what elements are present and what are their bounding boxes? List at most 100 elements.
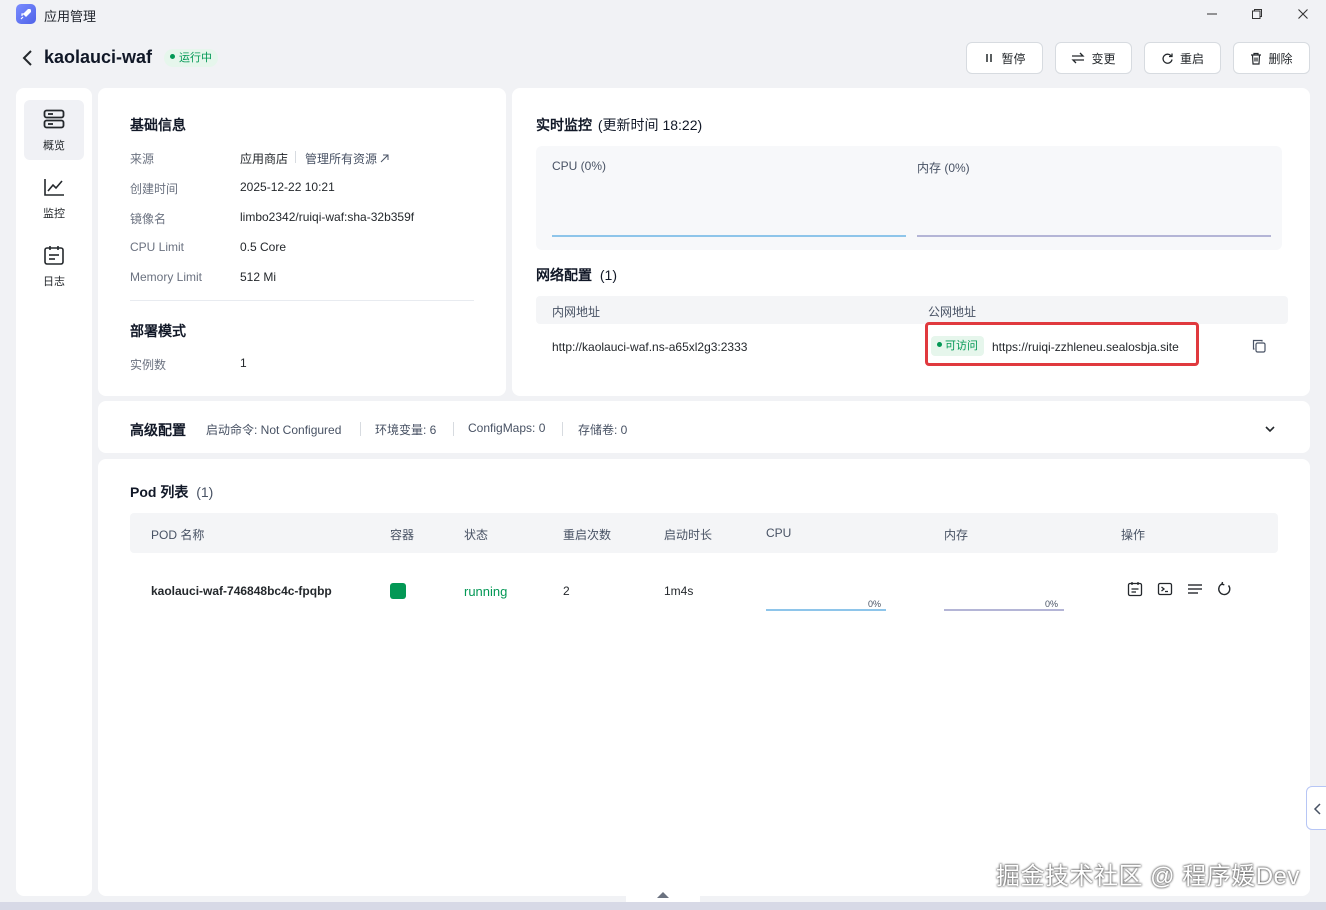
- swap-icon: [1071, 52, 1086, 64]
- source-value: 应用商店: [240, 152, 289, 166]
- copy-icon[interactable]: [1252, 339, 1266, 353]
- col-private-address: 内网地址: [552, 305, 601, 319]
- calendar-log-icon: [44, 246, 64, 265]
- basic-info-title: 基础信息: [130, 117, 186, 133]
- divider: [130, 300, 474, 301]
- close-button[interactable]: [1289, 4, 1317, 24]
- pod-restarts: 2: [563, 584, 570, 598]
- cpu-usage-line: [552, 235, 906, 237]
- configmaps-count: ConfigMaps: 0: [468, 421, 546, 435]
- volumes-count: 存储卷: 0: [578, 423, 628, 437]
- col-public-address: 公网地址: [928, 305, 977, 319]
- update-button[interactable]: 变更: [1055, 42, 1132, 74]
- container-status-indicator[interactable]: [390, 583, 406, 599]
- advanced-config-card[interactable]: 高级配置 启动命令: Not Configured 环境变量: 6 Config…: [98, 401, 1310, 453]
- pause-icon: [986, 54, 993, 62]
- divider: [360, 422, 361, 436]
- monitor-box: CPU (0%) 内存 (0%): [536, 146, 1282, 250]
- replicas-value: 1: [240, 356, 247, 370]
- accessible-badge: 可访问: [931, 336, 984, 356]
- bottom-bar: [0, 902, 1326, 910]
- col-actions: 操作: [1121, 528, 1146, 542]
- server-icon: [43, 109, 65, 129]
- pod-uptime: 1m4s: [664, 584, 694, 598]
- source-label: 来源: [130, 152, 155, 166]
- pod-logs-icon[interactable]: [1127, 581, 1145, 599]
- network-title: 网络配置 (1): [536, 267, 618, 283]
- env-vars-count: 环境变量: 6: [375, 423, 437, 437]
- restart-icon: [1162, 53, 1173, 64]
- monitor-title: 实时监控 (更新时间 18:22): [536, 117, 703, 133]
- watermark: 掘金技术社区 @ 程序媛Dev: [996, 863, 1300, 890]
- memory-limit-label: Memory Limit: [130, 270, 203, 284]
- bottom-drawer-handle[interactable]: [626, 884, 700, 904]
- memory-limit-value: 512 Mi: [240, 270, 277, 284]
- pod-cpu-value: 0%: [868, 599, 882, 609]
- memory-usage-label: 内存 (0%): [917, 161, 970, 175]
- startup-command: 启动命令: Not Configured: [206, 423, 342, 437]
- image-label: 镜像名: [130, 212, 167, 226]
- chevron-left-icon: [1313, 803, 1321, 815]
- terminal-icon[interactable]: [1157, 581, 1175, 599]
- col-memory: 内存: [944, 528, 969, 542]
- manage-resources-link[interactable]: 管理所有资源: [305, 150, 389, 167]
- restart-pod-icon[interactable]: [1217, 581, 1235, 599]
- basic-info-card: 基础信息 来源 应用商店 管理所有资源 创建时间 2025-12-22 10:2…: [98, 88, 506, 396]
- memory-usage-line: [917, 235, 1271, 237]
- pause-button[interactable]: 暂停: [966, 42, 1043, 74]
- deploy-mode-title: 部署模式: [130, 323, 186, 339]
- nav-item-logs[interactable]: 日志: [24, 236, 84, 296]
- nav-label: 日志: [43, 276, 65, 288]
- cpu-limit-label: CPU Limit: [130, 240, 185, 254]
- pod-table-header: POD 名称 容器 状态 重启次数 启动时长 CPU 内存 操作: [130, 513, 1278, 553]
- divider: [453, 422, 454, 436]
- col-restarts: 重启次数: [563, 528, 612, 542]
- public-address-link[interactable]: https://ruiqi-zzhleneu.sealosbja.site: [992, 340, 1179, 354]
- advanced-config-title: 高级配置: [130, 422, 186, 438]
- created-label: 创建时间: [130, 182, 179, 196]
- pod-cpu-sparkline: [766, 609, 886, 611]
- monitor-network-card: 实时监控 (更新时间 18:22) CPU (0%) 内存 (0%) 网络配置 …: [512, 88, 1310, 396]
- pod-name: kaolauci-waf-746848bc4c-fpqbp: [151, 584, 332, 598]
- cpu-limit-value: 0.5 Core: [240, 240, 287, 254]
- back-icon[interactable]: [20, 48, 38, 68]
- app-rocket-icon: [16, 4, 36, 24]
- network-table-header: 内网地址 公网地址: [536, 296, 1288, 324]
- chevron-down-icon[interactable]: [1262, 421, 1278, 437]
- minimize-button[interactable]: [1198, 4, 1226, 24]
- col-status: 状态: [464, 528, 489, 542]
- delete-button[interactable]: 删除: [1233, 42, 1310, 74]
- line-chart-icon: [44, 179, 64, 196]
- image-value: limbo2342/ruiqi-waf:sha-32b359f: [240, 210, 415, 224]
- private-address[interactable]: http://kaolauci-waf.ns-a65xl2g3:2333: [552, 340, 747, 354]
- divider: [295, 151, 296, 163]
- trash-icon: [1251, 52, 1262, 65]
- created-value: 2025-12-22 10:21: [240, 180, 335, 194]
- pod-memory-value: 0%: [1045, 599, 1059, 609]
- side-panel-toggle[interactable]: [1306, 786, 1326, 830]
- chevron-up-icon: [657, 892, 669, 898]
- nav-label: 监控: [43, 208, 65, 220]
- cpu-usage-label: CPU (0%): [552, 159, 607, 173]
- side-nav: 概览 监控 日志: [16, 88, 92, 896]
- details-menu-icon[interactable]: [1187, 581, 1205, 599]
- nav-item-monitor[interactable]: 监控: [24, 168, 84, 228]
- restart-button[interactable]: 重启: [1144, 42, 1221, 74]
- nav-label: 概览: [43, 140, 65, 152]
- pod-status: running: [464, 584, 508, 599]
- external-link-icon: [381, 154, 389, 163]
- window-title: 应用管理: [44, 9, 97, 24]
- col-uptime: 启动时长: [664, 528, 713, 542]
- col-container: 容器: [390, 528, 415, 542]
- restore-button[interactable]: [1243, 4, 1271, 24]
- pod-list-card: Pod 列表 (1) POD 名称 容器 状态 重启次数 启动时长 CPU 内存…: [98, 459, 1310, 896]
- status-badge: 运行中: [164, 49, 218, 67]
- nav-item-overview[interactable]: 概览: [24, 100, 84, 160]
- divider: [562, 422, 563, 436]
- col-cpu: CPU: [766, 526, 792, 540]
- col-pod-name: POD 名称: [151, 528, 205, 542]
- replicas-label: 实例数: [130, 358, 167, 372]
- app-name: kaolauci-waf: [44, 47, 153, 67]
- pod-list-title: Pod 列表 (1): [130, 484, 214, 500]
- title-bar: 应用管理: [0, 0, 1326, 28]
